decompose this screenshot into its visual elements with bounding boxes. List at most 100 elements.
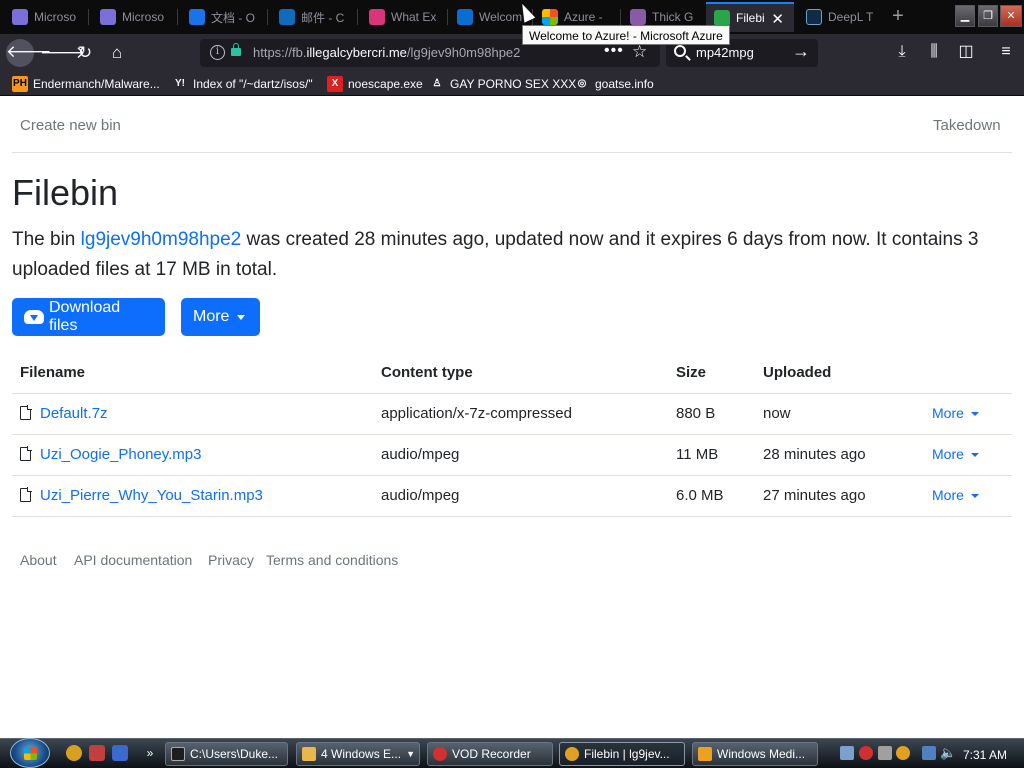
taskbar-item-media-player[interactable]: Windows Medi...: [692, 742, 818, 766]
search-go-arrow-icon[interactable]: →: [792, 41, 810, 62]
table-row: Uzi_Oogie_Phoney.mp3 audio/mpeg 11 MB 28…: [12, 434, 1012, 476]
menu-hamburger-icon[interactable]: ≡: [995, 40, 1017, 64]
tab-deepl[interactable]: DeepL T: [798, 2, 880, 32]
close-window-button[interactable]: ✕: [1000, 5, 1022, 27]
actions-cell: More: [924, 393, 1012, 435]
takedown-link[interactable]: Takedown: [933, 117, 1001, 134]
more-label: More: [193, 308, 230, 325]
start-orb-button[interactable]: [10, 738, 50, 768]
navigation-toolbar: 🡐 🡒 ↻ ⌂ i https://fb.illegalcybercri.me/…: [0, 34, 1024, 72]
quicklaunch-desktop-icon[interactable]: [112, 745, 128, 761]
bookmark-item[interactable]: PH Endermanch/Malware...: [12, 75, 160, 93]
back-button[interactable]: 🡐: [6, 39, 52, 67]
tray-security-icon[interactable]: [859, 746, 873, 760]
minimize-window-button[interactable]: ▁: [955, 5, 975, 27]
row-more-dropdown[interactable]: More: [932, 405, 979, 421]
filename-cell: Default.7z: [12, 393, 373, 435]
taskbar-item-cmd[interactable]: C:\Users\Duke...: [165, 742, 288, 766]
home-button[interactable]: ⌂: [104, 40, 130, 66]
tab-title: 邮件 - C: [301, 10, 345, 25]
quicklaunch-expand-icon[interactable]: »: [142, 745, 158, 761]
url-text[interactable]: https://fb.illegalcybercri.me/lg9jev9h0m…: [253, 45, 520, 60]
microsoft-favicon-icon: [100, 9, 116, 25]
quicklaunch-shield-icon[interactable]: [89, 745, 105, 761]
padlock-icon[interactable]: [231, 43, 241, 56]
tab-title: DeepL T: [828, 10, 874, 24]
sidebar-icon[interactable]: ◫: [955, 40, 977, 64]
row-more-dropdown[interactable]: More: [932, 487, 979, 503]
media-player-icon: [698, 747, 712, 761]
create-new-bin-link[interactable]: Create new bin: [20, 117, 121, 134]
taskbar-item-explorer[interactable]: 4 Windows E... ▼: [296, 742, 420, 766]
bin-summary: The bin lg9jev9h0m98hpe2 was created 28 …: [12, 225, 1017, 285]
content-type-cell: audio/mpeg: [373, 434, 668, 476]
column-header-actions: [924, 352, 1012, 394]
bookmark-star-icon[interactable]: ☆: [632, 42, 647, 62]
footer-privacy-link[interactable]: Privacy: [208, 552, 254, 568]
footer-terms-link[interactable]: Terms and conditions: [266, 552, 398, 568]
url-path: /lg9jev9h0m98hpe2: [406, 45, 521, 60]
tray-network-icon[interactable]: [840, 746, 854, 760]
close-tab-icon[interactable]: ✕: [771, 10, 784, 28]
bookmark-item[interactable]: X noescape.exe: [327, 75, 423, 93]
tray-search-icon[interactable]: [896, 746, 910, 760]
search-input[interactable]: mp42mpg: [696, 45, 754, 60]
caret-down-icon: [237, 314, 246, 320]
more-dropdown-button[interactable]: More: [181, 298, 260, 336]
play-favicon-icon: [369, 9, 385, 25]
table-row: Uzi_Pierre_Why_You_Starin.mp3 audio/mpeg…: [12, 475, 1012, 517]
tab-title: Azure -: [564, 10, 603, 24]
footer-api-docs-link[interactable]: API documentation: [74, 552, 192, 568]
globe-favicon-icon: ◎: [577, 78, 587, 89]
search-icon: [674, 45, 686, 57]
bookmark-item[interactable]: Y! Index of "/~dartz/isos/": [172, 75, 313, 93]
reload-button[interactable]: ↻: [72, 40, 98, 66]
taskbar-item-label: VOD Recorder: [452, 747, 531, 761]
outlook-favicon-icon: [279, 9, 295, 25]
bookmark-item[interactable]: ◎ goatse.info: [574, 75, 654, 93]
table-row: Default.7z application/x-7z-compressed 8…: [12, 393, 1012, 435]
taskbar-clock[interactable]: 7:31 AM: [963, 748, 1007, 762]
tray-tools-icon[interactable]: [878, 746, 892, 760]
new-tab-plus-icon[interactable]: +: [888, 4, 908, 30]
actions-cell: More: [924, 475, 1012, 517]
row-more-dropdown[interactable]: More: [932, 446, 979, 462]
azure-favicon-icon: [457, 9, 473, 25]
yc-favicon-icon: Y!: [172, 76, 188, 92]
bin-id-link[interactable]: lg9jev9h0m98hpe2: [81, 229, 242, 250]
library-icon[interactable]: ⫼: [923, 40, 945, 64]
tab-title: Microso: [122, 10, 165, 24]
site-info-icon[interactable]: i: [210, 45, 225, 60]
downloads-icon[interactable]: ⤓: [891, 40, 913, 64]
taskbar-item-filebin[interactable]: Filebin | lg9jev...: [559, 742, 685, 766]
tray-display-icon[interactable]: [922, 746, 936, 760]
bookmark-item[interactable]: ♙ GAY PORNO SEX XXX: [429, 75, 577, 93]
size-cell: 6.0 MB: [668, 475, 755, 517]
footer-about-link[interactable]: About: [20, 552, 57, 568]
deepl-favicon-icon: [806, 9, 822, 25]
taskbar-item-vod-recorder[interactable]: VOD Recorder: [427, 742, 553, 766]
maximize-window-button[interactable]: ❐: [978, 5, 998, 27]
tab-what[interactable]: What Ex: [361, 2, 443, 32]
quicklaunch-bee-icon[interactable]: [66, 745, 82, 761]
tab-docs[interactable]: 文档 - O: [181, 2, 263, 32]
file-link[interactable]: Uzi_Pierre_Why_You_Starin.mp3: [40, 487, 263, 504]
download-files-label: Download files: [48, 299, 121, 334]
tab-microsoft-1[interactable]: Microso: [4, 2, 84, 32]
url-prefix: https://fb.: [253, 45, 307, 60]
tab-mail[interactable]: 邮件 - C: [271, 2, 353, 32]
download-files-button[interactable]: Download files: [12, 298, 165, 336]
tray-volume-icon[interactable]: 🔈: [940, 746, 956, 760]
taskbar-item-label: C:\Users\Duke...: [190, 747, 279, 761]
uploaded-cell: 28 minutes ago: [755, 434, 924, 476]
file-link[interactable]: Default.7z: [40, 405, 108, 422]
forward-button[interactable]: 🡒: [40, 40, 86, 66]
page-content: Create new bin Takedown Filebin The bin …: [0, 96, 1024, 738]
filebin-favicon-icon: [714, 10, 730, 26]
files-table: Filename Content type Size Uploaded Defa…: [12, 352, 1012, 517]
size-cell: 880 B: [668, 393, 755, 435]
tab-tooltip: Welcome to Azure! - Microsoft Azure: [522, 25, 730, 45]
file-link[interactable]: Uzi_Oogie_Phoney.mp3: [40, 446, 201, 463]
tab-title: Thick G: [652, 10, 694, 24]
tab-microsoft-2[interactable]: Microso: [92, 2, 172, 32]
